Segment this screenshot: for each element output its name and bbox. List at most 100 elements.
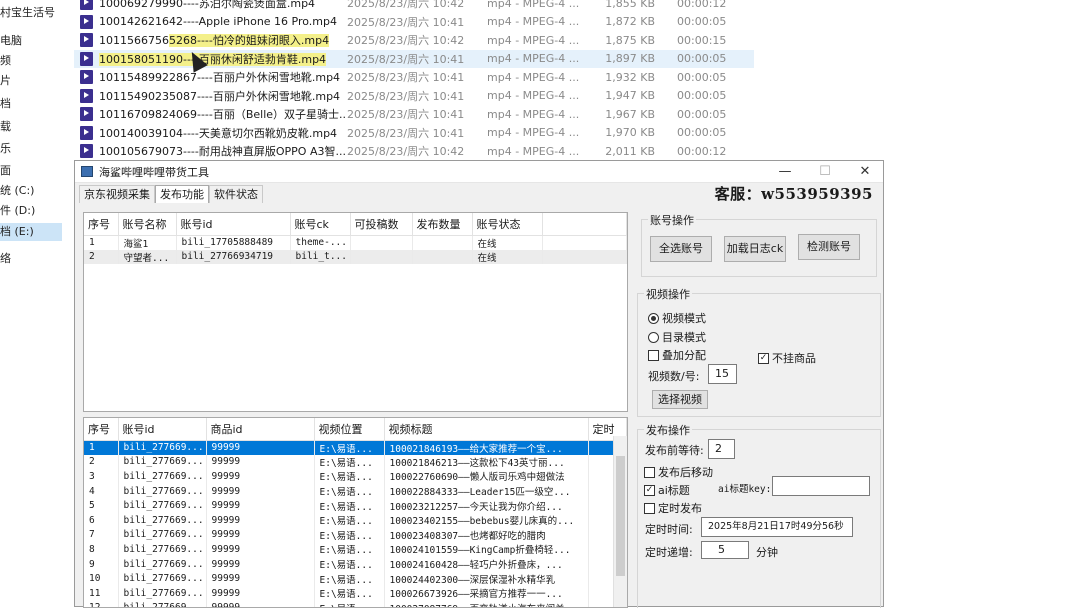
file-row[interactable]: 10116709824069----百丽（Belle）双子星骑士... 2025/… bbox=[74, 105, 754, 124]
file-duration: 00:00:05 bbox=[677, 15, 727, 29]
table-row[interactable]: 8 bili_277669... 99999 E:\易语... 100024101559… bbox=[84, 542, 627, 557]
per-account-input[interactable]: 15 bbox=[708, 364, 737, 384]
nav-item[interactable]: 络 bbox=[0, 250, 11, 268]
column-header[interactable]: 账号id bbox=[176, 213, 291, 236]
table-row[interactable]: 2 守望者... bili_27766934719 bili_t... 在线 bbox=[84, 249, 627, 265]
table-cell: 100022760690——懒人版司乐鸡中翅做法 bbox=[384, 469, 589, 484]
increment-input[interactable]: 5 bbox=[701, 541, 749, 559]
table-row[interactable]: 3 bili_277669... 99999 E:\易语... 100022760690… bbox=[84, 469, 627, 484]
column-header[interactable]: 视频标题 bbox=[384, 418, 589, 441]
table-row[interactable]: 6 bili_277669... 99999 E:\易语... 100023402155… bbox=[84, 512, 627, 528]
file-date: 2025/8/23/周六 10:41 bbox=[347, 89, 465, 103]
table-row[interactable]: 1 海鲨1 bili_17705888489 theme-... 在线 bbox=[84, 235, 627, 250]
table-row[interactable]: 1 bili_277669... 99999 E:\易语... 100021846193… bbox=[84, 440, 627, 455]
dir-mode-radio[interactable]: 目录模式 bbox=[648, 329, 706, 345]
table-cell: 在线 bbox=[472, 249, 543, 265]
table-cell: bili_277669... bbox=[118, 512, 207, 528]
column-header[interactable]: 账号id bbox=[118, 418, 207, 441]
file-date: 2025/8/23/周六 10:41 bbox=[347, 108, 465, 122]
column-header[interactable]: 视频位置 bbox=[314, 418, 385, 441]
videos-scrollbar[interactable] bbox=[613, 436, 627, 607]
column-header[interactable]: 账号名称 bbox=[118, 213, 177, 236]
file-name: 10115667565268----怕冷的姐妹闭眼入.mp4 bbox=[99, 32, 347, 48]
file-row[interactable]: 100105679073----耐用战神直屏版OPPO A3智... 2025/8… bbox=[74, 142, 754, 161]
nav-item[interactable]: 档 bbox=[0, 95, 11, 113]
overlay-checkbox[interactable]: 叠加分配 bbox=[648, 347, 706, 363]
table-row[interactable]: 9 bili_277669... 99999 E:\易语... 100024160428… bbox=[84, 556, 627, 572]
nav-item[interactable]: 频 bbox=[0, 52, 11, 70]
nav-item[interactable]: 村宝生活号 bbox=[0, 4, 55, 22]
table-row[interactable]: 4 bili_277669... 99999 E:\易语... 100022884333… bbox=[84, 483, 627, 499]
table-cell: 100021846193——给大家推荐一个宝... bbox=[384, 440, 589, 455]
column-header[interactable]: 账号状态 bbox=[472, 213, 543, 236]
scheduled-checkbox[interactable]: 定时发布 bbox=[644, 500, 702, 516]
table-cell: bili_277669... bbox=[118, 585, 207, 601]
radio-dot bbox=[648, 331, 659, 343]
minimize-button[interactable]: — bbox=[765, 161, 805, 183]
load-log-ck-button[interactable]: 加载日志ck bbox=[724, 236, 786, 262]
file-row[interactable]: 10115490235087----百丽户外休闲雪地靴.mp4 2025/8/23… bbox=[74, 87, 754, 106]
tab-publish[interactable]: 发布功能 bbox=[155, 185, 209, 203]
table-row[interactable]: 5 bili_277669... 99999 E:\易语... 100023212257… bbox=[84, 498, 627, 513]
wait-input[interactable]: 2 bbox=[708, 439, 735, 459]
no-goods-checkbox[interactable]: ✓ 不挂商品 bbox=[758, 350, 816, 366]
table-cell bbox=[350, 235, 413, 250]
table-cell bbox=[542, 249, 627, 265]
scrollbar-thumb[interactable] bbox=[616, 456, 625, 576]
file-row[interactable]: 100140039104----天美意切尔西靴奶皮靴.mp4 2025/8/23/… bbox=[74, 124, 754, 143]
column-header[interactable]: 发布数量 bbox=[412, 213, 473, 236]
table-cell: E:\易语... bbox=[314, 498, 385, 513]
table-row[interactable]: 7 bili_277669... 99999 E:\易语... 100023408307… bbox=[84, 527, 627, 543]
file-row[interactable]: 10115489922867----百丽户外休闲雪地靴.mp4 2025/8/23… bbox=[74, 68, 754, 87]
tab-jd-collect[interactable]: 京东视频采集 bbox=[79, 185, 155, 203]
video-ops-group: 视频操作 视频模式 目录模式 叠加分配 ✓ 不挂商品 视频数/号: 15 选择视频 bbox=[637, 286, 881, 417]
file-size: 1,947 KB bbox=[605, 89, 655, 103]
file-row[interactable]: 100142621642----Apple iPhone 16 Pro.mp4 2… bbox=[74, 13, 754, 32]
table-cell: 99999 bbox=[206, 512, 315, 528]
table-cell: 100022884333——Leader15匹一级空... bbox=[384, 483, 589, 499]
file-row[interactable]: 10115667565268----怕冷的姐妹闭眼入.mp4 2025/8/23/… bbox=[74, 31, 754, 50]
table-cell: 1 bbox=[84, 235, 119, 250]
nav-item[interactable]: 乐 bbox=[0, 140, 11, 158]
nav-item[interactable]: 件 (D:) bbox=[0, 202, 35, 220]
column-header[interactable]: 商品id bbox=[206, 418, 315, 441]
video-mode-radio[interactable]: 视频模式 bbox=[648, 310, 706, 326]
file-row[interactable]: 100158051190----百丽休闲舒适勃肯鞋.mp4 2025/8/23/周… bbox=[74, 49, 754, 68]
column-header[interactable]: 可投稿数 bbox=[350, 213, 413, 236]
table-row[interactable]: 2 bili_277669... 99999 E:\易语... 100021846213… bbox=[84, 454, 627, 470]
nav-item[interactable]: 统 (C:) bbox=[0, 182, 34, 200]
column-header[interactable]: 序号 bbox=[84, 213, 119, 236]
ai-title-checkbox[interactable]: ✓ ai标题 bbox=[644, 482, 690, 498]
column-header[interactable]: 账号ck bbox=[290, 213, 351, 236]
ai-title-label: ai标题 bbox=[658, 484, 690, 497]
nav-item[interactable]: 片 bbox=[0, 72, 11, 90]
file-row[interactable]: 100069279990----苏泊尔陶瓷煲面盒.mp4 2025/8/23/周六… bbox=[74, 0, 754, 13]
file-type: mp4 - MPEG-4 ... bbox=[487, 144, 580, 158]
check-accounts-button[interactable]: 检测账号 bbox=[798, 234, 860, 260]
column-header[interactable]: 序号 bbox=[84, 418, 119, 441]
select-video-button[interactable]: 选择视频 bbox=[652, 390, 708, 409]
sched-time-input[interactable]: 2025年8月21日17时49分56秒 bbox=[701, 517, 853, 537]
nav-item[interactable]: 载 bbox=[0, 118, 11, 136]
tab-software-status[interactable]: 软件状态 bbox=[209, 185, 263, 203]
file-duration: 00:00:05 bbox=[677, 70, 727, 84]
ai-key-input[interactable] bbox=[772, 476, 870, 496]
table-cell: bili_277669... bbox=[118, 542, 207, 557]
maximize-button[interactable]: ☐ bbox=[805, 161, 845, 183]
table-row[interactable]: 11 bili_277669... 99999 E:\易语... 10002667392… bbox=[84, 585, 627, 601]
file-size: 1,855 KB bbox=[605, 0, 655, 10]
file-size: 1,897 KB bbox=[605, 52, 655, 66]
video-file-icon bbox=[80, 70, 93, 85]
move-after-checkbox[interactable]: 发布后移动 bbox=[644, 464, 713, 480]
nav-item[interactable]: 档 (E:) bbox=[0, 223, 62, 241]
nav-item[interactable]: 面 bbox=[0, 162, 11, 180]
select-all-accounts-button[interactable]: 全选账号 bbox=[650, 236, 712, 262]
table-row[interactable]: 10 bili_277669... 99999 E:\易语... 10002440230… bbox=[84, 571, 627, 586]
table-cell: bili_277669... bbox=[118, 498, 207, 513]
close-button[interactable]: ✕ bbox=[845, 161, 885, 183]
title-bar[interactable]: 海鲨哔哩哔哩带货工具 — ☐ ✕ bbox=[75, 161, 883, 183]
table-cell: 5 bbox=[84, 498, 119, 513]
video-mode-label: 视频模式 bbox=[662, 312, 706, 325]
nav-item[interactable]: 电脑 bbox=[0, 32, 22, 50]
table-cell: E:\易语... bbox=[314, 483, 385, 499]
